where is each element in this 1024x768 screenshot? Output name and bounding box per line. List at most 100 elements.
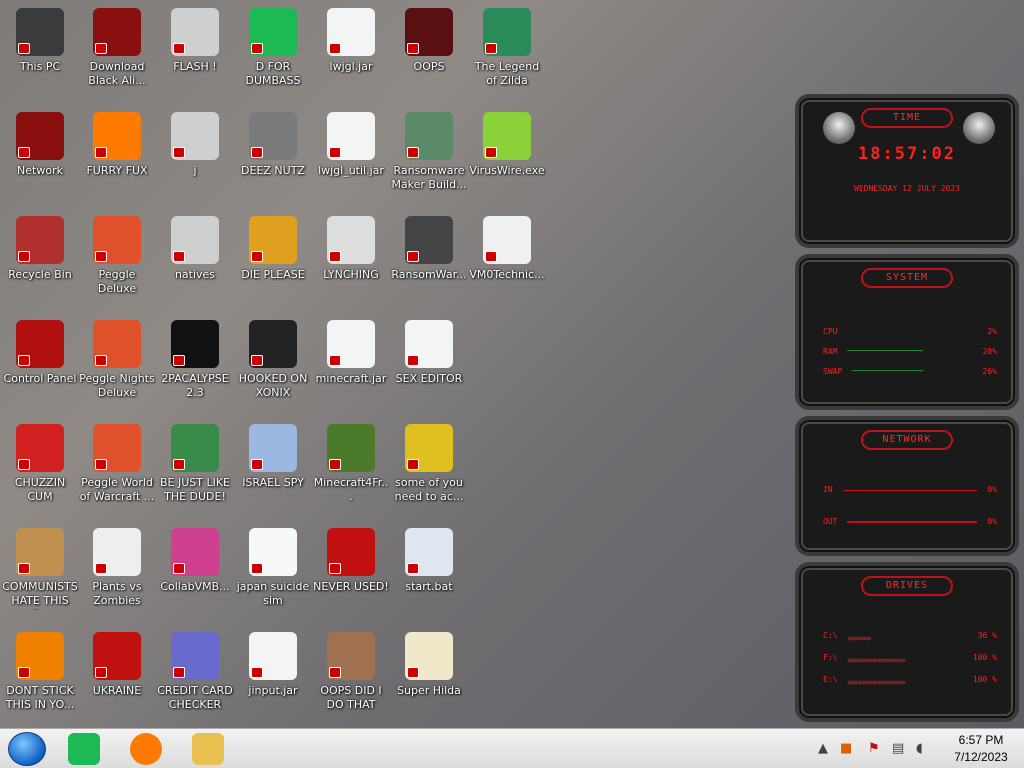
time-widget-title: TIME (861, 108, 953, 128)
volume-icon[interactable]: ◖ (916, 741, 923, 756)
desktop-icon[interactable]: some of you need to ac... (390, 416, 468, 516)
shortcut-badge-icon (329, 355, 341, 366)
shortcut-badge-icon (329, 667, 341, 678)
flower-icon (93, 528, 141, 576)
desktop-icon[interactable]: j (156, 104, 234, 204)
desktop-icon[interactable]: VirusWire.exe (468, 104, 546, 204)
desktop-icon[interactable]: COMMUNISTS HATE THIS G... (1, 520, 79, 620)
desktop-icon[interactable]: DEEZ NUTZ (234, 104, 312, 204)
desktop-icon[interactable]: FLASH ! (156, 0, 234, 100)
desktop-icon[interactable]: The Legend of Zilda (468, 0, 546, 100)
flag-alert-icon[interactable]: ⚑ (868, 741, 880, 756)
app-tray-icon[interactable]: ■ (840, 741, 852, 756)
desktop-icon[interactable]: natives (156, 208, 234, 308)
taskbar-clock-time[interactable]: 6:57 PM (946, 733, 1016, 747)
desktop-icon[interactable]: LYNCHING (312, 208, 390, 308)
drive-usage: 100 % (972, 652, 997, 662)
shortcut-badge-icon (95, 251, 107, 262)
desktop-icon[interactable]: jinput.jar (234, 624, 312, 724)
desktop-icon[interactable]: RansomWar... (390, 208, 468, 308)
shortcut-badge-icon (95, 667, 107, 678)
drive-row-e: E:\ >>>>>>>>>>>>>>> 100 % (823, 672, 997, 687)
shortcut-badge-icon (407, 251, 419, 262)
desktop-icon[interactable]: Download Black Ali... (78, 0, 156, 100)
desktop-icon[interactable]: Network (1, 104, 79, 204)
up-arrow-icon[interactable]: ▲ (818, 741, 828, 756)
system-row-label: RAM (823, 346, 838, 356)
desktop-icon-label: Download Black Ali... (88, 60, 146, 87)
de-logo-icon (249, 216, 297, 264)
desktop-icon-label: UKRAINE (92, 684, 142, 697)
drive-usage: 100 % (972, 674, 997, 684)
desktop-icon[interactable]: OOPS (390, 0, 468, 100)
shortcut-badge-icon (407, 355, 419, 366)
widget-date: WEDNESDAY 12 JULY 2023 (854, 184, 960, 193)
desktop-icon-label: VirusWire.exe (469, 164, 545, 177)
start-button[interactable] (8, 732, 46, 766)
gear-batch-icon (405, 528, 453, 576)
taskbar-pinned-app[interactable] (68, 733, 100, 765)
drive-label: E:\ (823, 674, 838, 684)
desktop-icon[interactable]: Peggle World of Warcraft ... (78, 416, 156, 516)
java-icon (327, 8, 375, 56)
desktop-icon[interactable]: Ransomware Maker Build... (390, 104, 468, 204)
desktop-icon[interactable]: CollabVMB... (156, 520, 234, 620)
recycle-bin-icon (16, 216, 64, 264)
chevron-bar-icon: >>>>>> (847, 633, 871, 643)
desktop-icon[interactable]: Peggle Nights Deluxe (78, 312, 156, 412)
desktop-icon[interactable]: Control Panel (1, 312, 79, 412)
desktop-icon[interactable]: Minecraft4Fr... (312, 416, 390, 516)
desktop-icon-label: CHUZZIN CUM (14, 476, 66, 503)
system-row-cpu: CPU 2% (823, 324, 997, 338)
network-row-value: 0% (987, 484, 997, 494)
shortcut-badge-icon (407, 667, 419, 678)
system-row-label: SWAP (823, 366, 843, 376)
desktop-icon[interactable]: UKRAINE (78, 624, 156, 724)
skull-icon (405, 216, 453, 264)
desktop-icon-label: Super Hilda (397, 684, 461, 697)
desktop-icon[interactable]: DIE PLEASE (234, 208, 312, 308)
desktop-icon[interactable]: Plants vs Zombies (78, 520, 156, 620)
java-icon (327, 112, 375, 160)
system-row-ram: RAM 28% (823, 344, 997, 358)
desktop-icon-label: 2PACALYPSE 2.3 (161, 372, 229, 399)
desktop-icon[interactable]: BE JUST LIKE THE DUDE! (156, 416, 234, 516)
desktop-icon[interactable]: 2PACALYPSE 2.3 (156, 312, 234, 412)
firefox-icon (93, 112, 141, 160)
desktop-icon[interactable]: Peggle Deluxe (78, 208, 156, 308)
desktop-icon[interactable]: ISRAEL SPY (234, 416, 312, 516)
shortcut-badge-icon (173, 459, 185, 470)
taskbar-pinned-app[interactable] (130, 733, 162, 765)
desktop-icon-label: OOPS DID I DO THAT (320, 684, 382, 711)
desktop-icon[interactable]: FURRY FUX (78, 104, 156, 204)
desktop-icon[interactable]: This PC (1, 0, 79, 100)
desktop-icon[interactable]: CHUZZIN CUM (1, 416, 79, 516)
network-computers-icon (249, 424, 297, 472)
time-widget: TIME 18:57:02 WEDNESDAY 12 JULY 2023 (795, 94, 1019, 248)
taskbar-pinned-app[interactable] (192, 733, 224, 765)
desktop-icon[interactable]: DONT STICK THIS IN YO... (1, 624, 79, 724)
network-row-label: OUT (823, 516, 838, 526)
desktop-icon[interactable]: OOPS DID I DO THAT (312, 624, 390, 724)
desktop-icon[interactable]: D FOR DUMBASS (234, 0, 312, 100)
desktop-icon[interactable]: VM0Technic... (468, 208, 546, 308)
shortcut-badge-icon (485, 147, 497, 158)
shortcut-badge-icon (251, 459, 263, 470)
desktop-icon[interactable]: CREDIT CARD CHECKER (156, 624, 234, 724)
network-icon[interactable]: ▤ (892, 741, 904, 756)
pixel-game-icon (249, 320, 297, 368)
desktop-icon[interactable]: NEVER USED! (312, 520, 390, 620)
desktop-icon[interactable]: japan suicide sim (234, 520, 312, 620)
desktop-icon[interactable]: SEX EDITOR (390, 312, 468, 412)
desktop-icon[interactable]: start.bat (390, 520, 468, 620)
desktop-icon[interactable]: lwjgl.jar (312, 0, 390, 100)
taskbar-clock-date[interactable]: 7/12/2023 (946, 750, 1016, 764)
cpu-graph (847, 330, 977, 333)
desktop-icon-label: OOPS (413, 60, 445, 73)
desktop-icon[interactable]: HOOKED ON XONIX (234, 312, 312, 412)
noose-icon (327, 216, 375, 264)
desktop-icon[interactable]: lwjgl_util.jar (312, 104, 390, 204)
desktop-icon[interactable]: minecraft.jar (312, 312, 390, 412)
desktop-icon[interactable]: Recycle Bin (1, 208, 79, 308)
desktop-icon[interactable]: Super Hilda (390, 624, 468, 724)
